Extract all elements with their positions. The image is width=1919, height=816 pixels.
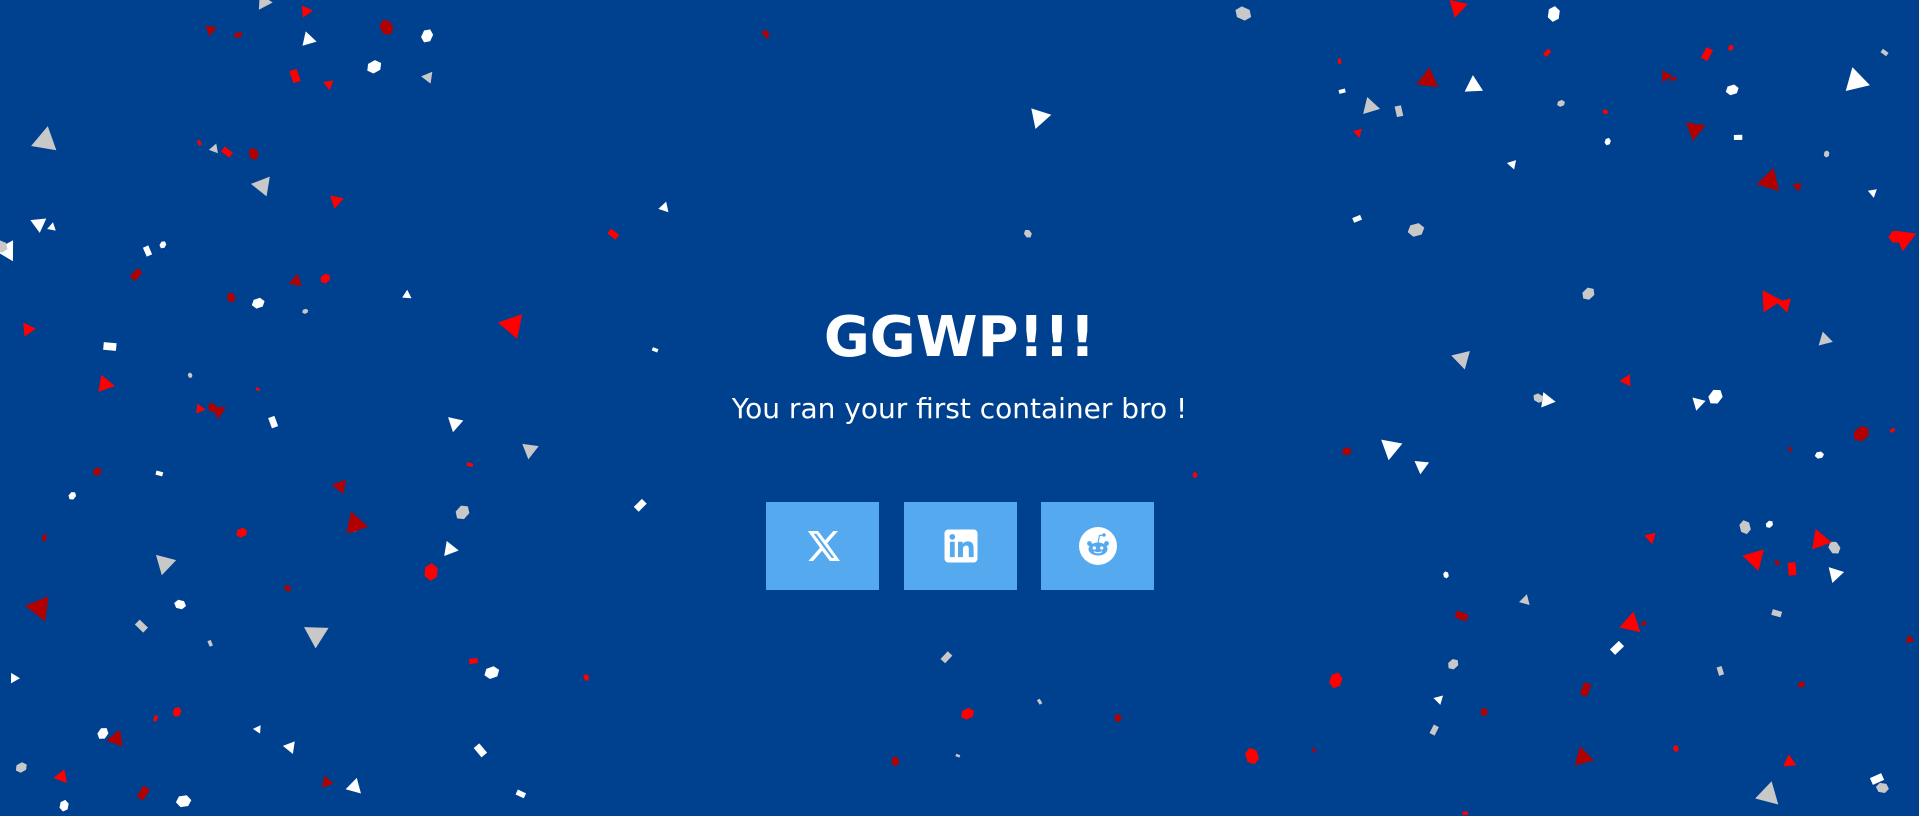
share-buttons — [766, 502, 1154, 590]
share-linkedin-button[interactable] — [904, 502, 1017, 590]
page-title: GGWP!!! — [823, 305, 1096, 370]
main-content: GGWP!!! You ran your first container bro… — [0, 0, 1919, 816]
share-x-button[interactable] — [766, 502, 879, 590]
reddit-icon — [1078, 526, 1118, 566]
share-reddit-button[interactable] — [1041, 502, 1154, 590]
x-icon — [803, 526, 843, 566]
page-subtitle: You ran your first container bro ! — [731, 392, 1188, 425]
linkedin-icon — [941, 526, 981, 566]
